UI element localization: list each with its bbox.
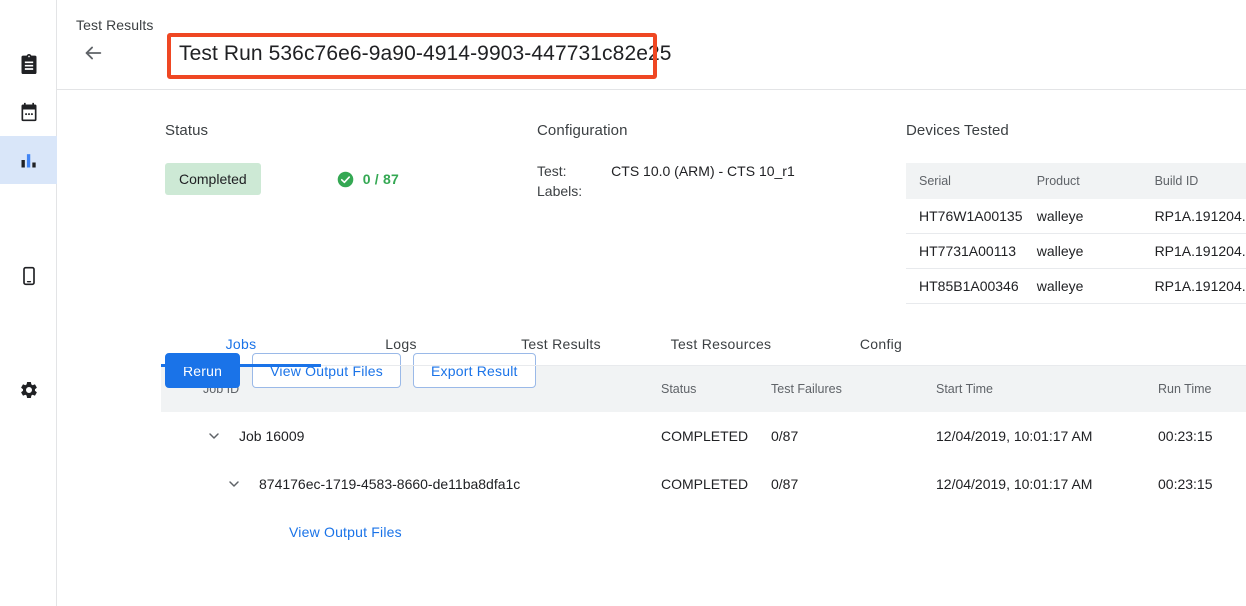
devices-column: Devices Tested Serial Product Build ID H… [906, 122, 1246, 304]
gear-icon [19, 380, 39, 400]
config-key-test: Test: [537, 163, 582, 179]
sidebar-item-calendar[interactable] [0, 88, 57, 136]
empty-cell [1158, 508, 1246, 556]
device-build-id: RP1A.191204.001 [1142, 269, 1246, 304]
config-value-test: CTS 10.0 (ARM) - CTS 10_r1 [611, 163, 795, 179]
devices-section-title: Devices Tested [906, 122, 1246, 139]
jobs-table-wrap: Job ID Status Test Failures Start Time R… [161, 366, 1246, 556]
status-line: Completed 0 / 87 [165, 163, 399, 195]
job-status: COMPLETED [661, 412, 771, 460]
phone-icon [19, 266, 39, 286]
table-row: View Output Files [161, 508, 1246, 556]
job-attempt-id-cell: 874176ec-1719-4583-8660-de11ba8dfa1c [161, 460, 661, 508]
device-build-id: RP1A.191204.001 [1142, 234, 1246, 269]
empty-cell [936, 508, 1158, 556]
job-status: COMPLETED [661, 460, 771, 508]
device-serial: HT76W1A00135 [906, 199, 1024, 234]
tab-bar: Jobs Logs Test Results Test Resources Co… [161, 322, 1246, 366]
job-start-time: 12/04/2019, 10:01:17 AM [936, 412, 1158, 460]
arrow-left-icon [82, 42, 104, 69]
jobs-col-run-time: Run Time [1158, 366, 1246, 412]
clipboard-icon [19, 54, 39, 74]
tab-config[interactable]: Config [801, 322, 961, 366]
devices-table: Serial Product Build ID HT76W1A00135 wal… [906, 163, 1246, 304]
device-product: walleye [1024, 199, 1142, 234]
devices-col-serial: Serial [906, 163, 1024, 199]
configuration-column: Configuration Test: CTS 10.0 (ARM) - CTS… [537, 122, 795, 199]
job-test-failures: 0/87 [771, 460, 936, 508]
table-row: HT7731A00113 walleye RP1A.191204.001 [906, 234, 1246, 269]
back-button[interactable] [76, 38, 110, 72]
page-title-wrap: Test Run 536c76e6-9a90-4914-9903-447731c… [179, 42, 649, 66]
sidebar-item-analytics[interactable] [0, 136, 57, 184]
chevron-down-icon[interactable] [223, 473, 245, 495]
status-badge: Completed [165, 163, 261, 195]
title-row [76, 38, 110, 72]
job-attempt-id-label: 874176ec-1719-4583-8660-de11ba8dfa1c [259, 476, 520, 492]
sidebar-item-settings[interactable] [0, 366, 57, 414]
table-row: HT76W1A00135 walleye RP1A.191204.001 [906, 199, 1246, 234]
device-product: walleye [1024, 269, 1142, 304]
configuration-list: Test: CTS 10.0 (ARM) - CTS 10_r1 Labels: [537, 163, 795, 199]
devices-table-header-row: Serial Product Build ID [906, 163, 1246, 199]
status-column: Status Completed 0 / 87 [165, 122, 399, 195]
tab-test-resources[interactable]: Test Resources [641, 322, 801, 366]
job-start-time: 12/04/2019, 10:01:17 AM [936, 460, 1158, 508]
check-circle-icon [337, 171, 354, 188]
jobs-col-status: Status [661, 366, 771, 412]
sidebar-item-clipboard[interactable] [0, 40, 57, 88]
tab-jobs[interactable]: Jobs [161, 322, 321, 366]
config-key-labels: Labels: [537, 183, 582, 199]
job-id-cell: Job 16009 [161, 412, 661, 460]
test-count-label: 0 / 87 [363, 171, 399, 187]
job-run-time: 00:23:15 [1158, 460, 1246, 508]
bar-chart-icon [19, 150, 39, 170]
app-root: Test Results Test Run 536c76e6-9a90-4914… [0, 0, 1246, 606]
calendar-icon [19, 102, 39, 122]
devices-col-product: Product [1024, 163, 1142, 199]
jobs-table: Job ID Status Test Failures Start Time R… [161, 366, 1246, 556]
configuration-section-title: Configuration [537, 122, 795, 139]
table-row: HT85B1A00346 walleye RP1A.191204.001 [906, 269, 1246, 304]
jobs-col-test-failures: Test Failures [771, 366, 936, 412]
summary-section: Status Completed 0 / 87 [57, 90, 1246, 322]
tab-test-results[interactable]: Test Results [481, 322, 641, 366]
device-product: walleye [1024, 234, 1142, 269]
job-test-failures: 0/87 [771, 412, 936, 460]
table-row[interactable]: 874176ec-1719-4583-8660-de11ba8dfa1c COM… [161, 460, 1246, 508]
test-count: 0 / 87 [337, 171, 399, 188]
devices-col-build-id: Build ID [1142, 163, 1246, 199]
table-row[interactable]: Job 16009 COMPLETED 0/87 12/04/2019, 10:… [161, 412, 1246, 460]
device-serial: HT7731A00113 [906, 234, 1024, 269]
device-serial: HT85B1A00346 [906, 269, 1024, 304]
breadcrumb: Test Results [76, 17, 153, 33]
page-header: Test Results Test Run 536c76e6-9a90-4914… [57, 0, 1246, 90]
job-output-files-cell: View Output Files [161, 508, 661, 556]
main-content: Test Results Test Run 536c76e6-9a90-4914… [57, 0, 1246, 606]
tab-logs[interactable]: Logs [321, 322, 481, 366]
page-title: Test Run 536c76e6-9a90-4914-9903-447731c… [179, 42, 649, 66]
empty-cell [771, 508, 936, 556]
sidebar-item-devices[interactable] [0, 252, 57, 300]
status-section-title: Status [165, 122, 399, 139]
left-nav-rail [0, 0, 57, 606]
job-run-time: 00:23:15 [1158, 412, 1246, 460]
chevron-down-icon[interactable] [203, 425, 225, 447]
job-id-label: Job 16009 [239, 428, 304, 444]
config-value-labels [611, 183, 795, 199]
jobs-col-start-time: Start Time [936, 366, 1158, 412]
device-build-id: RP1A.191204.001 [1142, 199, 1246, 234]
view-output-files-link[interactable]: View Output Files [203, 524, 402, 540]
empty-cell [661, 508, 771, 556]
